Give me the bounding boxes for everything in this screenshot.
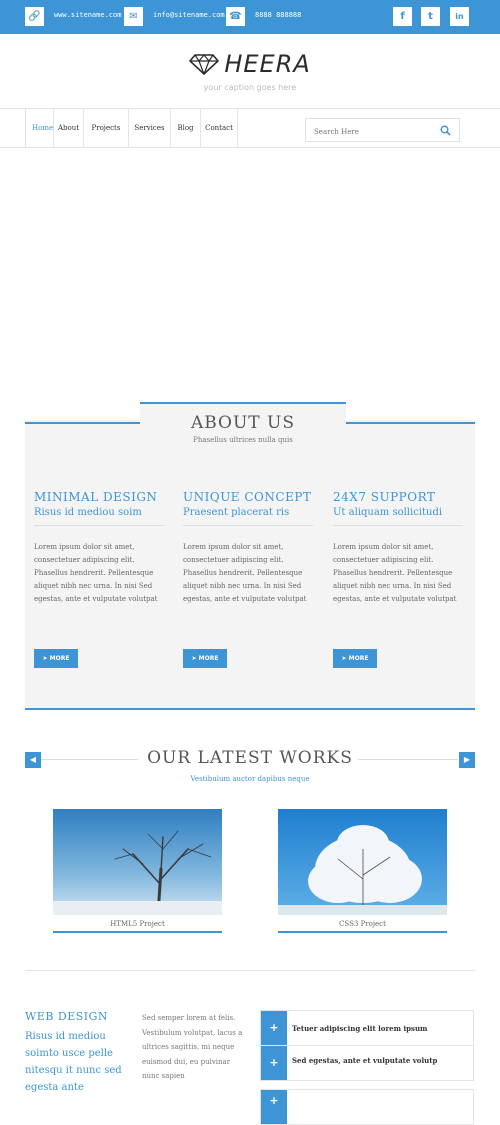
column-text: Lorem ipsum dolor sit amet, consectetuer…	[34, 543, 158, 603]
search-icon[interactable]	[440, 125, 451, 136]
about-line-bottom	[25, 708, 475, 710]
about-title: ABOUT US	[190, 413, 296, 433]
feature-item-label: Tetuer adipiscing elit lorem ipsum	[292, 1024, 428, 1033]
works-subtitle: Vestibulum auctor dapibus neque	[190, 775, 310, 783]
column-title: MINIMAL DESIGN	[34, 490, 158, 504]
feature-item[interactable]: + Sed egestas, ante et vulputate volutp	[260, 1045, 474, 1081]
more-button-label: MORE	[348, 655, 369, 662]
column-subtitle: Praesent placerat ris	[183, 507, 290, 518]
arrow-circle-icon: ➤	[191, 655, 197, 662]
project-image[interactable]	[53, 809, 222, 915]
feature-column: UNIQUE CONCEPT Praesent placerat ris Lor…	[183, 490, 315, 606]
nav-about[interactable]: About	[54, 109, 84, 147]
twitter-icon[interactable]: t	[421, 7, 440, 26]
linkedin-icon[interactable]: in	[450, 7, 469, 26]
plus-icon: +	[261, 1090, 287, 1124]
project-label: HTML5 Project	[110, 920, 165, 928]
nav-home[interactable]: Home	[0, 109, 54, 147]
column-divider	[333, 525, 463, 526]
column-subtitle: Ut aliquam sollicitudi	[333, 507, 443, 518]
nav-projects[interactable]: Projects	[84, 109, 129, 147]
more-button[interactable]: ➤ MORE	[183, 649, 227, 668]
more-button-label: MORE	[49, 655, 70, 662]
more-button-label: MORE	[198, 655, 219, 662]
nav-services[interactable]: Services	[129, 109, 171, 147]
facebook-icon[interactable]: f	[393, 7, 412, 26]
column-text: Lorem ipsum dolor sit amet, consectetuer…	[183, 543, 307, 603]
project-label: CSS3 Project	[339, 920, 386, 928]
phone-icon: ☎	[226, 7, 245, 26]
feature-item-label: Sed egestas, ante et vulputate volutp	[292, 1056, 438, 1065]
plus-icon: +	[261, 1011, 287, 1045]
works-title: OUR LATEST WORKS	[147, 748, 353, 768]
more-button[interactable]: ➤ MORE	[34, 649, 78, 668]
about-subtitle: Phasellus ultrices nulla quis	[193, 436, 293, 444]
brand-caption: your caption goes here	[203, 83, 297, 92]
column-title: 24X7 SUPPORT	[333, 490, 436, 504]
project-image[interactable]	[278, 809, 447, 915]
section-divider	[25, 970, 475, 971]
feature-item[interactable]: + Tetuer adipiscing elit lorem ipsum	[260, 1010, 474, 1046]
more-button[interactable]: ➤ MORE	[333, 649, 377, 668]
project-underline	[278, 931, 447, 933]
phone-text: 8888 888888	[255, 11, 302, 19]
arrow-circle-icon: ➤	[341, 655, 347, 662]
column-divider	[183, 525, 313, 526]
website-text[interactable]: www.sitename.com	[54, 11, 121, 19]
diamond-icon	[189, 54, 220, 75]
nav-blog[interactable]: Blog	[171, 109, 201, 147]
link-icon: 🔗	[25, 7, 44, 26]
web-design-body: Sed semper lorem at felis. Vestibulum vo…	[142, 1014, 243, 1080]
mail-icon: ✉	[124, 7, 143, 26]
top-bar: 🔗 www.sitename.com ✉ info@sitename.com ☎…	[0, 0, 500, 34]
column-subtitle: Risus id mediou soim	[34, 507, 142, 518]
web-design-text: Risus id mediou soimto usce pelle nitesq…	[25, 1031, 122, 1093]
feature-column: 24X7 SUPPORT Ut aliquam sollicitudi Lore…	[333, 490, 465, 606]
plus-icon: +	[261, 1046, 287, 1080]
brand-name: HEERA	[224, 50, 311, 78]
search-box	[305, 118, 460, 144]
feature-column: MINIMAL DESIGN Risus id mediou soim Lore…	[34, 490, 166, 606]
column-divider	[34, 525, 164, 526]
email-text[interactable]: info@sitename.com	[153, 11, 225, 19]
project-underline	[53, 931, 222, 933]
arrow-circle-icon: ➤	[42, 655, 48, 662]
web-design-title: WEB DESIGN	[25, 1010, 109, 1023]
feature-item[interactable]: +	[260, 1089, 474, 1125]
search-input[interactable]	[306, 120, 436, 144]
site-logo[interactable]: HEERA	[0, 50, 500, 78]
nav-contact[interactable]: Contact	[201, 109, 238, 147]
column-text: Lorem ipsum dolor sit amet, consectetuer…	[333, 543, 457, 603]
column-title: UNIQUE CONCEPT	[183, 490, 312, 504]
